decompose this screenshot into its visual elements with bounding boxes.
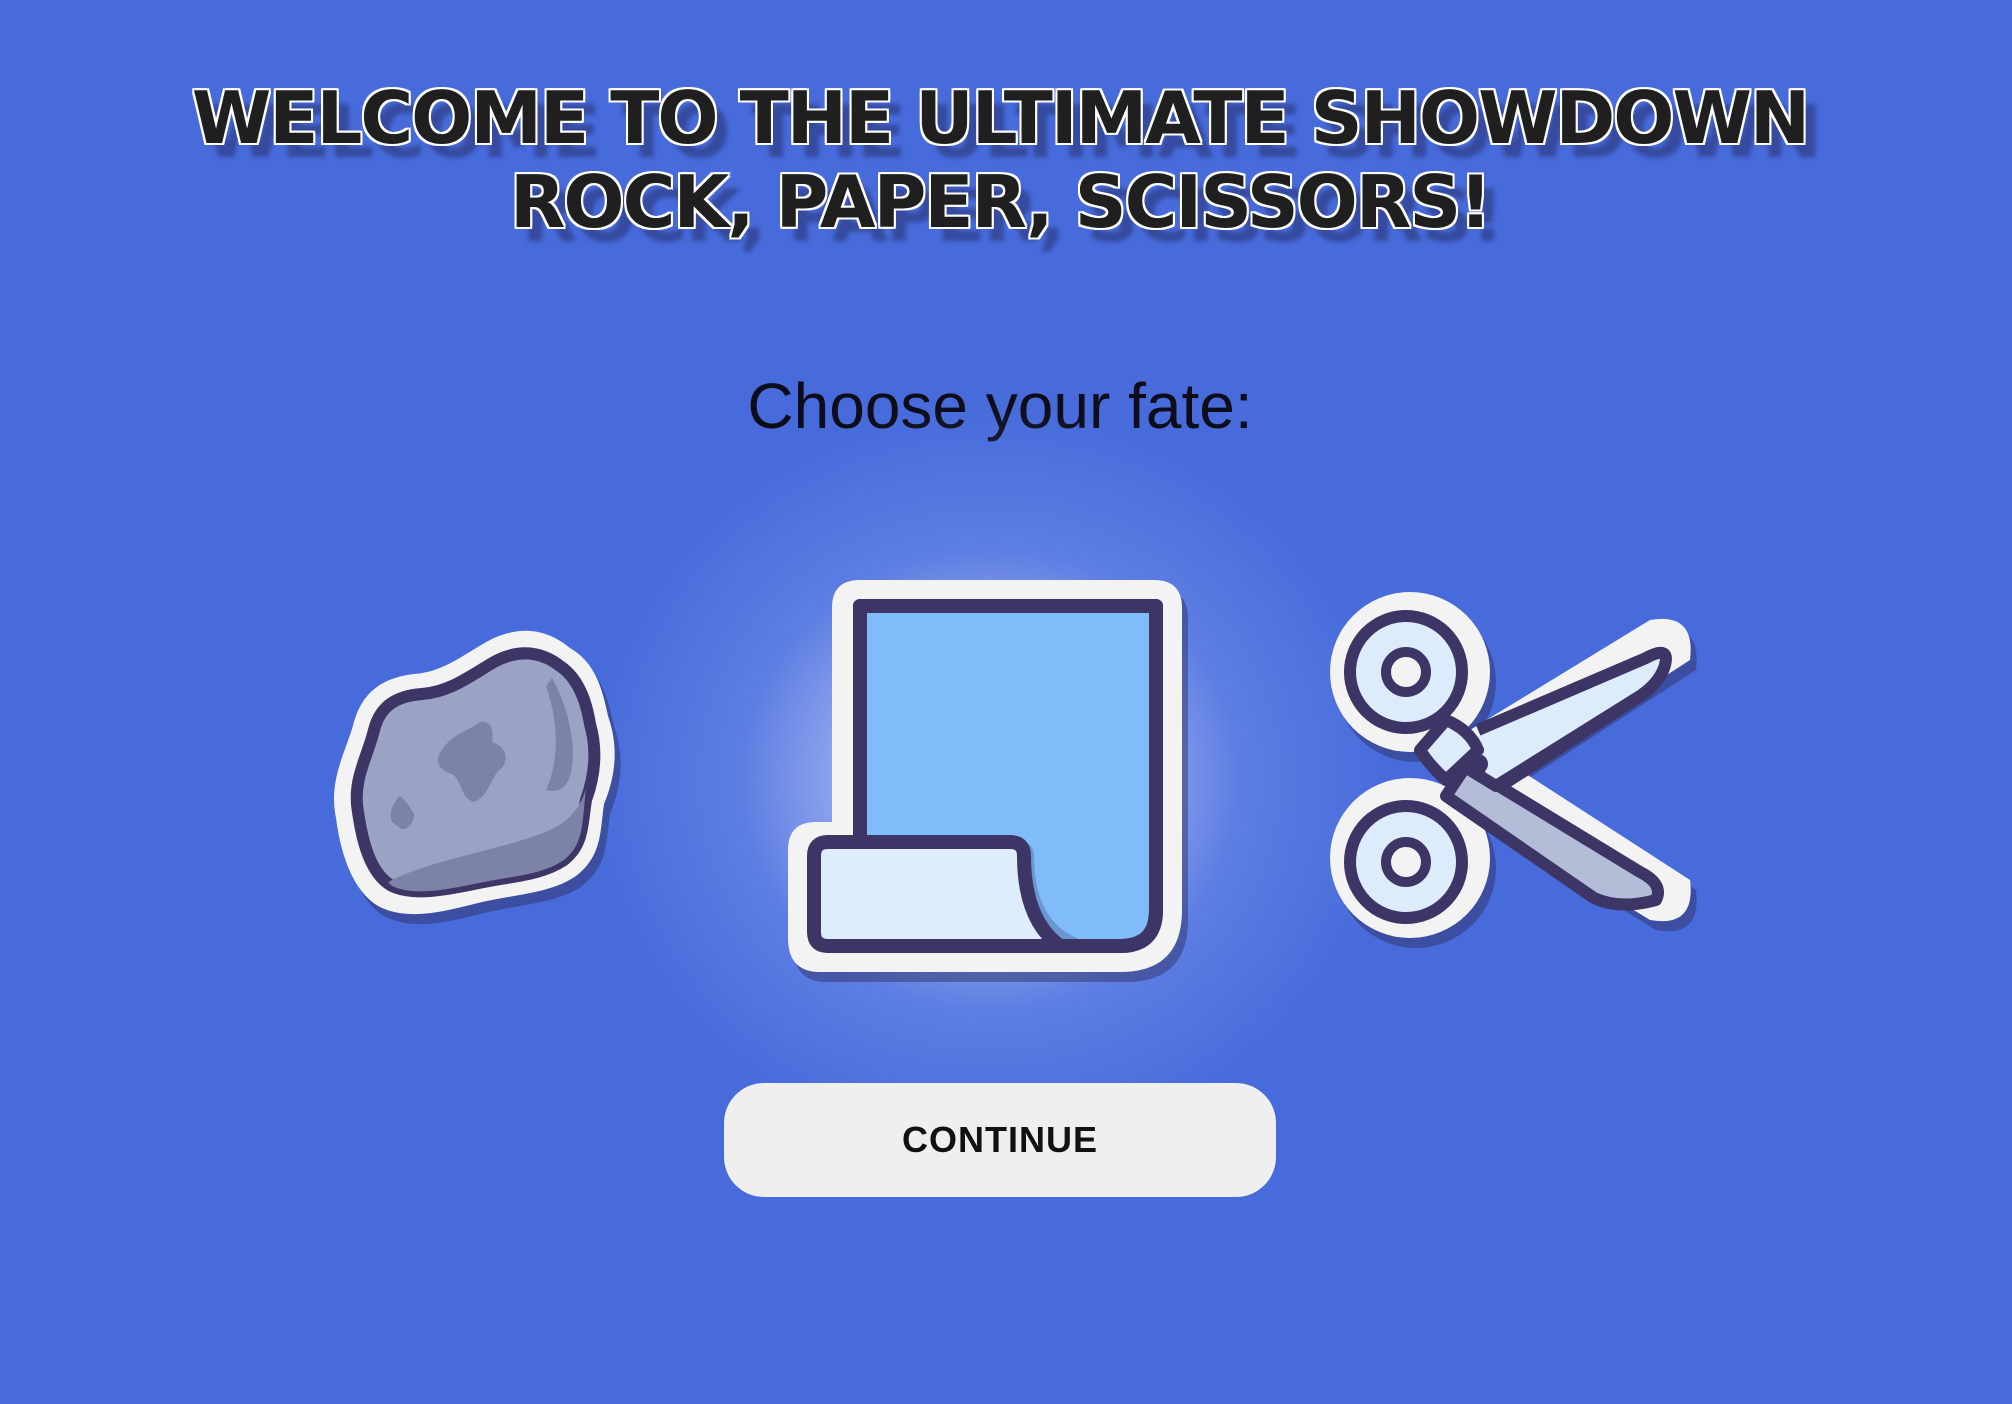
scissors-icon	[1330, 592, 1697, 948]
scissors-choice-button[interactable]	[1320, 580, 1700, 960]
paper-icon	[788, 580, 1188, 982]
continue-button[interactable]: CONTINUE	[724, 1083, 1276, 1197]
rock-icon	[333, 630, 621, 925]
welcome-title-line2: ROCK, PAPER, SCISSORS!	[509, 160, 1492, 244]
rock-choice-button[interactable]	[314, 590, 674, 950]
welcome-title-line1: WELCOME TO THE ULTIMATE SHOWDOWN	[191, 76, 1810, 160]
welcome-title: WELCOME TO THE ULTIMATE SHOWDOWN ROCK, P…	[0, 76, 2000, 244]
paper-choice-button[interactable]	[770, 560, 1210, 1000]
